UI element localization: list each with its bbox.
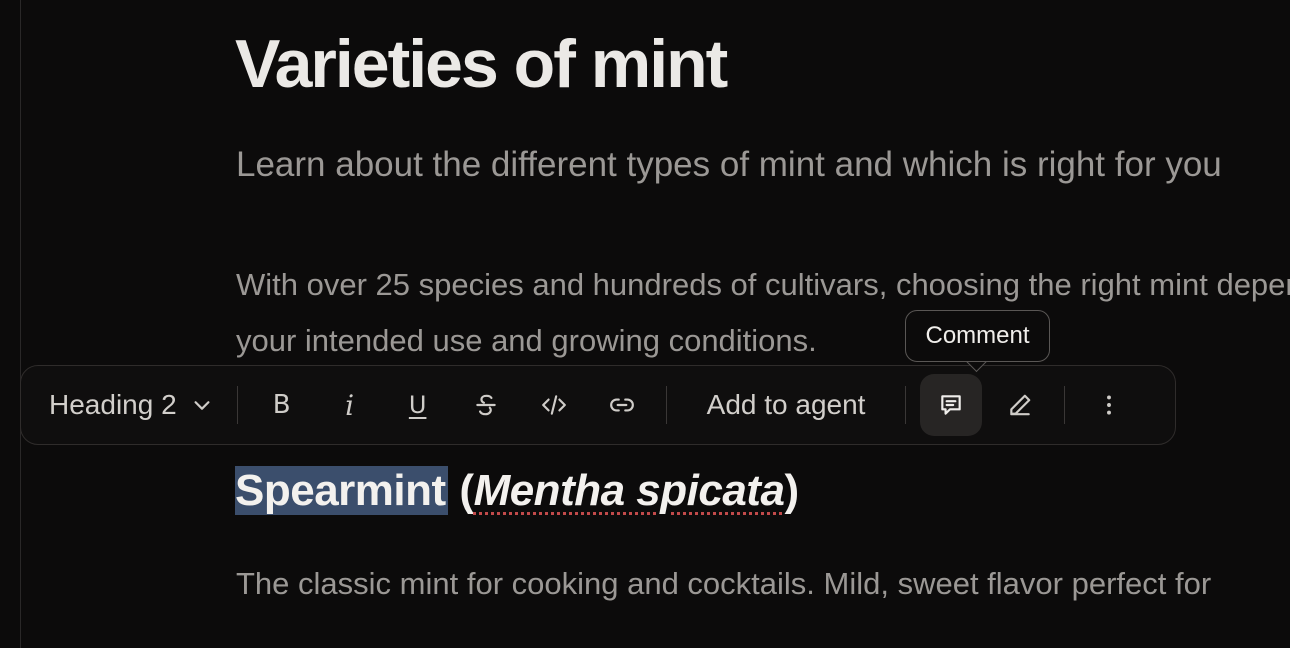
heading-open-paren: ( [447,466,474,515]
comment-icon [941,395,962,415]
page-subtitle[interactable]: Learn about the different types of mint … [236,142,1222,188]
underline-icon: U [408,391,427,419]
add-to-agent-button[interactable]: Add to agent [677,374,896,436]
latin-name: Mentha spicata [473,466,785,515]
intro-paragraph[interactable]: With over 25 species and hundreds of cul… [236,257,1290,369]
underline-button[interactable]: U [389,374,447,436]
left-divider [20,0,21,648]
selected-text: Spearmint [235,466,448,515]
formatting-toolbar: Heading 2 B i U Add to agent [20,365,1176,445]
heading-close-paren: ) [784,466,799,515]
toolbar-divider [905,386,907,424]
strikethrough-icon [475,394,496,416]
section-body[interactable]: The classic mint for cooking and cocktai… [236,561,1211,607]
intro-line-2: your intended use and growing conditions… [236,323,817,358]
comment-button[interactable] [920,374,983,436]
intro-line-1: With over 25 species and hundreds of cul… [236,267,1290,302]
comment-tooltip: Comment [905,310,1050,362]
more-options-button[interactable] [1080,374,1138,436]
toolbar-divider [236,386,238,424]
strikethrough-button[interactable] [457,374,515,436]
block-type-label: Heading 2 [49,389,177,420]
pencil-icon [1010,394,1031,416]
chevron-down-icon [194,401,210,410]
block-type-dropdown[interactable]: Heading 2 [35,374,227,436]
code-button[interactable] [525,374,583,436]
more-vertical-icon [1107,395,1112,415]
section-heading[interactable]: Spearmint (Mentha spicata) [235,459,799,523]
toolbar-divider [1064,386,1066,424]
page-title[interactable]: Varieties of mint [235,22,728,106]
italic-button[interactable]: i [321,374,379,436]
link-icon [609,398,634,412]
italic-icon: i [345,388,355,422]
link-button[interactable] [593,374,651,436]
toolbar-divider [665,386,667,424]
bold-button[interactable]: B [253,374,311,436]
bold-icon: B [272,390,291,420]
code-icon [541,395,566,415]
editor-page: Varieties of mint Learn about the differ… [0,0,1290,648]
edit-button[interactable] [991,374,1049,436]
